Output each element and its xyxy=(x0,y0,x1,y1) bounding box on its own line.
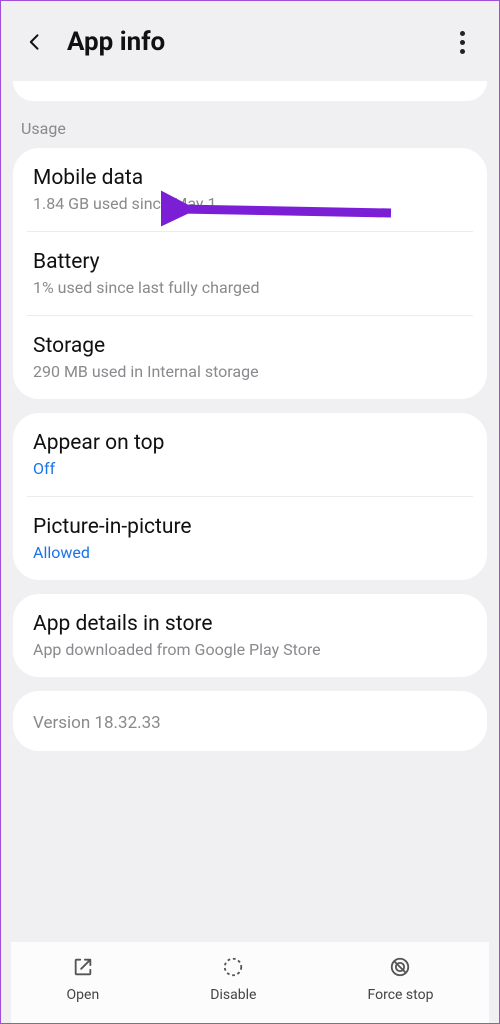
header: App info xyxy=(11,9,489,81)
appear-on-top-title: Appear on top xyxy=(33,431,467,455)
force-stop-icon xyxy=(387,954,413,980)
force-stop-button[interactable]: Force stop xyxy=(368,954,434,1003)
appear-on-top-row[interactable]: Appear on top Off xyxy=(13,413,487,496)
pip-row[interactable]: Picture-in-picture Allowed xyxy=(27,496,473,580)
open-icon xyxy=(70,954,96,980)
pip-title: Picture-in-picture xyxy=(33,515,467,539)
force-stop-label: Force stop xyxy=(368,987,434,1003)
mobile-data-title: Mobile data xyxy=(33,166,467,190)
mobile-data-sub: 1.84 GB used since May 1 xyxy=(33,194,467,213)
disable-icon xyxy=(220,954,246,980)
appear-on-top-status: Off xyxy=(33,459,467,478)
battery-row[interactable]: Battery 1% used since last fully charged xyxy=(27,231,473,315)
store-sub: App downloaded from Google Play Store xyxy=(33,640,467,659)
storage-sub: 290 MB used in Internal storage xyxy=(33,362,467,381)
version-row: Version 18.32.33 xyxy=(13,691,487,751)
disable-label: Disable xyxy=(210,987,256,1003)
more-vertical-icon xyxy=(460,31,465,36)
back-button[interactable] xyxy=(21,28,49,56)
store-card: App details in store App downloaded from… xyxy=(13,594,487,677)
version-card: Version 18.32.33 xyxy=(13,691,487,751)
overlay-card: Appear on top Off Picture-in-picture All… xyxy=(13,413,487,580)
chevron-left-icon xyxy=(25,32,45,52)
usage-card: Mobile data 1.84 GB used since May 1 Bat… xyxy=(13,148,487,399)
usage-section-label: Usage xyxy=(11,119,489,148)
app-details-in-store-row[interactable]: App details in store App downloaded from… xyxy=(13,594,487,677)
more-options-button[interactable] xyxy=(451,31,479,54)
pip-status: Allowed xyxy=(33,543,467,562)
battery-sub: 1% used since last fully charged xyxy=(33,278,467,297)
open-label: Open xyxy=(67,987,100,1003)
store-title: App details in store xyxy=(33,612,467,636)
open-button[interactable]: Open xyxy=(67,954,100,1003)
storage-row[interactable]: Storage 290 MB used in Internal storage xyxy=(27,315,473,399)
previous-card-sliver xyxy=(13,81,487,101)
version-text: Version 18.32.33 xyxy=(33,713,467,733)
page-title: App info xyxy=(67,27,451,57)
disable-button[interactable]: Disable xyxy=(210,954,256,1003)
battery-title: Battery xyxy=(33,250,467,274)
mobile-data-row[interactable]: Mobile data 1.84 GB used since May 1 xyxy=(13,148,487,231)
storage-title: Storage xyxy=(33,334,467,358)
bottom-action-bar: Open Disable Force stop xyxy=(11,942,489,1023)
